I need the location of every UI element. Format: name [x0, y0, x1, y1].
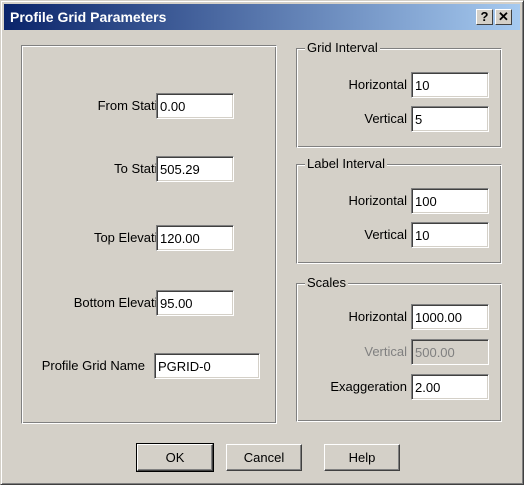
exaggeration-label: Exaggeration	[330, 379, 407, 394]
label-horizontal-label: Horizontal	[348, 193, 407, 208]
ok-button[interactable]: OK	[136, 443, 214, 472]
scale-horizontal-label: Horizontal	[348, 309, 407, 324]
bottom-elevation-input[interactable]	[156, 290, 234, 316]
title-bar[interactable]: Profile Grid Parameters ? ✕	[4, 4, 520, 30]
profile-grid-name-label: Profile Grid Name	[41, 358, 145, 373]
grid-interval-legend: Grid Interval	[305, 40, 380, 55]
station-elevation-group: From Station To Station Top Elevation Bo…	[21, 45, 277, 424]
scales-group: Scales Horizontal Vertical Exaggeration	[296, 275, 502, 422]
grid-interval-group: Grid Interval Horizontal Vertical	[296, 40, 502, 148]
label-vertical-input[interactable]	[411, 222, 489, 248]
label-vertical-label: Vertical	[364, 227, 407, 242]
scales-legend: Scales	[305, 275, 349, 290]
help-question-icon[interactable]: ?	[476, 9, 493, 25]
label-interval-legend: Label Interval	[305, 156, 388, 171]
scale-vertical-input	[411, 339, 489, 365]
scale-horizontal-input[interactable]	[411, 304, 489, 330]
label-interval-group: Label Interval Horizontal Vertical	[296, 156, 502, 264]
from-station-input[interactable]	[156, 93, 234, 119]
grid-vertical-label: Vertical	[364, 111, 407, 126]
close-icon[interactable]: ✕	[495, 9, 512, 25]
to-station-input[interactable]	[156, 156, 234, 182]
grid-horizontal-input[interactable]	[411, 72, 489, 98]
cancel-button[interactable]: Cancel	[226, 444, 302, 471]
grid-horizontal-label: Horizontal	[348, 77, 407, 92]
exaggeration-input[interactable]	[411, 374, 489, 400]
top-elevation-input[interactable]	[156, 225, 234, 251]
scale-vertical-label: Vertical	[364, 344, 407, 359]
window-title: Profile Grid Parameters	[10, 9, 167, 25]
help-button[interactable]: Help	[324, 444, 400, 471]
label-horizontal-input[interactable]	[411, 188, 489, 214]
profile-grid-name-input[interactable]	[154, 353, 260, 379]
grid-vertical-input[interactable]	[411, 106, 489, 132]
dialog-window: Profile Grid Parameters ? ✕ From Station…	[0, 0, 524, 485]
